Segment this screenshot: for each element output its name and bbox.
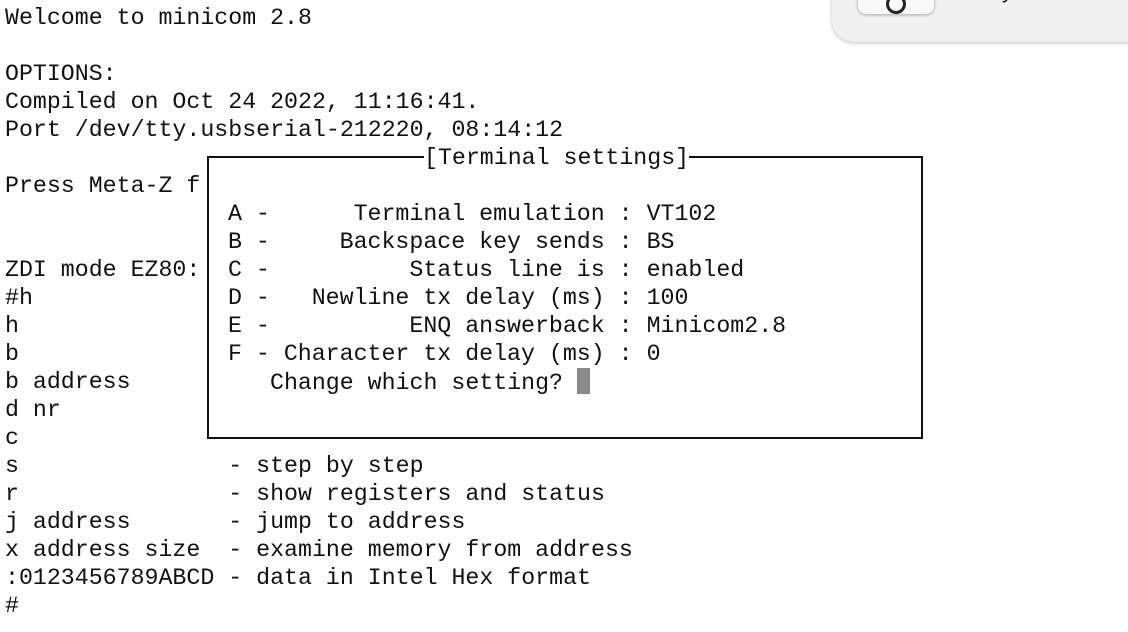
- setting-value: BS: [646, 229, 675, 255]
- setting-label: Character tx delay (ms): [283, 341, 605, 367]
- terminal-line: Press Meta-Z f: [5, 173, 201, 199]
- terminal-line: j address - jump to address: [5, 509, 466, 535]
- terminal-line: x address size - examine memory from add…: [5, 537, 633, 563]
- terminal-line: :0123456789ABCD - data in Intel Hex form…: [5, 565, 591, 591]
- colon: :: [604, 257, 647, 283]
- setting-b[interactable]: B - Backspace key sends : BS: [228, 228, 674, 256]
- setting-key: A: [228, 201, 242, 227]
- refresh-icon: [886, 0, 906, 14]
- setting-value: Minicom2.8: [646, 313, 787, 339]
- setting-key: E: [228, 313, 242, 339]
- terminal-line: #h: [5, 285, 33, 311]
- setting-label: Newline tx delay (ms): [283, 285, 605, 311]
- terminal-line: #: [5, 593, 19, 619]
- separator: -: [241, 257, 284, 283]
- terminal-line: b address: [5, 369, 131, 395]
- setting-c[interactable]: C - Status line is : enabled: [228, 256, 744, 284]
- terminal-line: r - show registers and status: [5, 481, 605, 507]
- setting-f[interactable]: F - Character tx delay (ms) : 0: [228, 340, 661, 368]
- setting-label: Status line is: [283, 257, 605, 283]
- terminal-line: h: [5, 313, 19, 339]
- colon: :: [604, 201, 647, 227]
- separator: -: [241, 201, 284, 227]
- setting-key: C: [228, 257, 242, 283]
- setting-value: enabled: [646, 257, 745, 283]
- prompt-line[interactable]: Change which setting?: [270, 368, 590, 396]
- colon: :: [604, 285, 647, 311]
- terminal-line: d nr: [5, 397, 61, 423]
- dialog-title: [Terminal settings]: [424, 144, 690, 172]
- terminal-line: ZDI mode EZ80:: [5, 257, 201, 283]
- setting-value: VT102: [646, 201, 717, 227]
- setting-d[interactable]: D - Newline tx delay (ms) : 100: [228, 284, 688, 312]
- setting-label: ENQ answerback: [283, 313, 605, 339]
- colon: :: [604, 341, 647, 367]
- setting-label: Backspace key sends: [283, 229, 605, 255]
- terminal-line: s - step by step: [5, 453, 424, 479]
- setting-key: F: [228, 341, 242, 367]
- colon: :: [604, 313, 647, 339]
- terminal-line: Welcome to minicom 2.8: [5, 5, 312, 31]
- colon: :: [604, 229, 647, 255]
- setting-key: B: [228, 229, 242, 255]
- terminal-line: Port /dev/tty.usbserial-212220, 08:14:12: [5, 117, 564, 143]
- separator: -: [241, 341, 284, 367]
- setting-a[interactable]: A - Terminal emulation : VT102: [228, 200, 716, 228]
- setting-value: 0: [646, 341, 661, 367]
- notification-button[interactable]: [858, 0, 934, 14]
- notification: ready: [832, 0, 1128, 42]
- terminal-line: c: [5, 425, 19, 451]
- setting-e[interactable]: E - ENQ answerback : Minicom2.8: [228, 312, 786, 340]
- separator: -: [241, 285, 284, 311]
- terminal-line: b: [5, 341, 19, 367]
- separator: -: [241, 229, 284, 255]
- terminal-line: Compiled on Oct 24 2022, 11:16:41.: [5, 89, 480, 115]
- setting-key: D: [228, 285, 242, 311]
- setting-label: Terminal emulation: [283, 201, 605, 227]
- setting-value: 100: [646, 285, 689, 311]
- terminal-line: OPTIONS:: [5, 61, 117, 87]
- text-cursor: [576, 368, 590, 394]
- notification-text: ready: [958, 0, 1013, 4]
- prompt-text: Change which setting?: [270, 370, 577, 396]
- separator: -: [241, 313, 284, 339]
